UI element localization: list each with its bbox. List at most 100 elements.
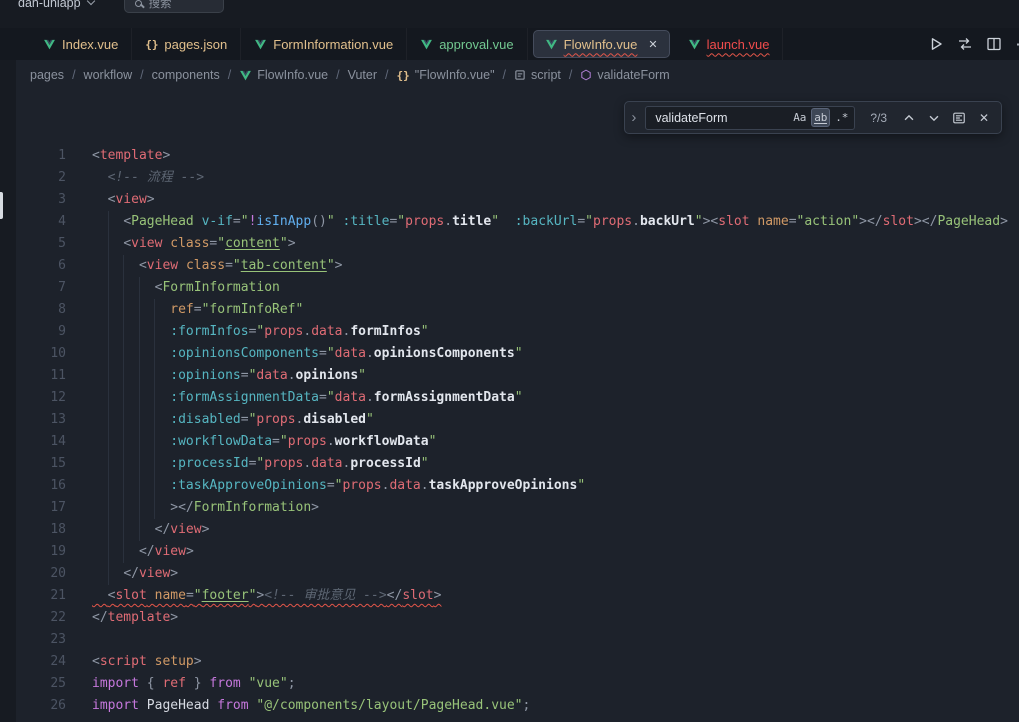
window-titlebar: dan-uniapp 搜索	[0, 0, 1019, 28]
regex-button[interactable]: .*	[832, 108, 851, 127]
code-text[interactable]: </view>	[92, 519, 209, 541]
global-search-box[interactable]: 搜索	[124, 0, 224, 13]
tab-index-vue[interactable]: Index.vue	[30, 28, 132, 60]
code-text[interactable]: <FormInformation	[92, 277, 280, 299]
line-number: 25	[16, 673, 66, 695]
code-text[interactable]: :formAssignmentData="data.formAssignment…	[92, 387, 523, 409]
close-find-button[interactable]: ✕	[975, 109, 993, 127]
open-changes-button[interactable]	[957, 36, 973, 52]
chevron-down-icon	[86, 0, 94, 5]
line-number: 5	[16, 233, 66, 255]
run-button[interactable]	[928, 36, 944, 52]
code-line: 13 :disabled="props.disabled"	[16, 409, 1019, 431]
line-number: 8	[16, 299, 66, 321]
code-line: 20 </view>	[16, 563, 1019, 585]
editor-window: dan-uniapp 搜索 Index.vue{}pages.json FormI…	[0, 0, 1019, 722]
line-number: 22	[16, 607, 66, 629]
code-text[interactable]: :opinionsComponents="data.opinionsCompon…	[92, 343, 523, 365]
tab-pages-json[interactable]: {}pages.json	[132, 28, 241, 60]
symbol-script-icon	[514, 69, 526, 81]
breadcrumb-item-validateform[interactable]: validateForm	[580, 68, 669, 82]
code-text[interactable]: </template>	[92, 607, 178, 629]
whole-word-button[interactable]: ab	[811, 108, 830, 127]
active-view-indicator	[0, 192, 3, 219]
find-in-selection-button[interactable]	[950, 109, 968, 127]
breadcrumb-item-flowinfo-vue[interactable]: FlowInfo.vue	[239, 68, 328, 82]
line-number: 19	[16, 541, 66, 563]
find-input[interactable]: validateForm Aa ab .*	[645, 106, 855, 130]
code-line: 15 :processId="props.data.processId"	[16, 453, 1019, 475]
code-line: 4 <PageHead v-if="!isInApp()" :title="pr…	[16, 211, 1019, 233]
find-results-count: ?/3	[870, 111, 887, 125]
code-text[interactable]: :disabled="props.disabled"	[92, 409, 374, 431]
breadcrumb-item-script[interactable]: script	[514, 68, 561, 82]
code-line: 2 <!-- 流程 -->	[16, 167, 1019, 189]
code-text[interactable]: :formInfos="props.data.formInfos"	[92, 321, 429, 343]
code-text[interactable]: import PageHead from "@/components/layou…	[92, 695, 530, 717]
code-line: 21 <slot name="footer"><!-- 审批意见 --></sl…	[16, 585, 1019, 607]
tab-approval-vue[interactable]: approval.vue	[407, 28, 527, 60]
code-line: 14 :workflowData="props.workflowData"	[16, 431, 1019, 453]
close-icon[interactable]: ✕	[648, 38, 657, 51]
tab-label: approval.vue	[439, 37, 513, 52]
line-number: 23	[16, 629, 66, 651]
breadcrumb-separator: /	[336, 68, 339, 82]
code-text[interactable]: :workflowData="props.workflowData"	[92, 431, 436, 453]
workspace-title-dropdown[interactable]: dan-uniapp	[18, 0, 94, 10]
line-number: 3	[16, 189, 66, 211]
code-text[interactable]: </view>	[92, 563, 178, 585]
more-actions-button[interactable]: ⋯	[1015, 36, 1019, 52]
find-query: validateForm	[655, 111, 727, 125]
code-text[interactable]: <script setup>	[92, 651, 202, 673]
tabs-container: Index.vue{}pages.json FormInformation.vue…	[30, 28, 783, 60]
breadcrumb-item--flowinfo-vue-[interactable]: {}"FlowInfo.vue"	[397, 68, 495, 82]
code-text[interactable]: <view class="content">	[92, 233, 296, 255]
toggle-replace-chevron[interactable]: ›	[629, 110, 638, 125]
tab-label: FormInformation.vue	[273, 37, 393, 52]
code-line: 22 </template>	[16, 607, 1019, 629]
breadcrumb: pages / workflow / components / FlowInfo.vue / V…	[16, 60, 1019, 90]
code-text[interactable]: :taskApproveOpinions="props.data.taskApp…	[92, 475, 585, 497]
code-text[interactable]: :processId="props.data.processId"	[92, 453, 429, 475]
breadcrumb-separator: /	[569, 68, 572, 82]
line-number: 2	[16, 167, 66, 189]
code-text[interactable]: <view>	[92, 189, 155, 211]
line-number: 26	[16, 695, 66, 717]
breadcrumb-separator: /	[140, 68, 143, 82]
code-editor[interactable]: 1<template>2 <!-- 流程 -->3 <view>4 <PageH…	[16, 90, 1019, 722]
next-match-button[interactable]	[925, 109, 943, 127]
code-text[interactable]: <PageHead v-if="!isInApp()" :title="prop…	[92, 211, 1008, 233]
line-number: 13	[16, 409, 66, 431]
code-text[interactable]: </view>	[92, 541, 194, 563]
code-line: 1<template>	[16, 145, 1019, 167]
match-case-button[interactable]: Aa	[790, 108, 809, 127]
symbol-method-icon	[580, 69, 592, 81]
code-text[interactable]: <!-- 流程 -->	[92, 167, 204, 189]
breadcrumb-separator: /	[503, 68, 506, 82]
code-text[interactable]: <view class="tab-content">	[92, 255, 342, 277]
code-text[interactable]: :opinions="data.opinions"	[92, 365, 366, 387]
line-number: 11	[16, 365, 66, 387]
code-text[interactable]: ref="formInfoRef"	[92, 299, 303, 321]
line-number: 24	[16, 651, 66, 673]
tab-flowinfo-vue[interactable]: FlowInfo.vue✕	[533, 30, 670, 58]
tab-label: pages.json	[164, 37, 227, 52]
split-editor-button[interactable]	[986, 36, 1002, 52]
code-text[interactable]: <template>	[92, 145, 170, 167]
previous-match-button[interactable]	[900, 109, 918, 127]
activity-bar-sliver	[0, 28, 16, 722]
vue-icon	[420, 38, 433, 51]
breadcrumb-item-pages[interactable]: pages	[30, 68, 64, 82]
code-line: 12 :formAssignmentData="data.formAssignm…	[16, 387, 1019, 409]
code-text[interactable]: ></FormInformation>	[92, 497, 319, 519]
tab-launch-vue[interactable]: launch.vue	[675, 28, 784, 60]
code-line: 19 </view>	[16, 541, 1019, 563]
breadcrumb-item-workflow[interactable]: workflow	[84, 68, 133, 82]
code-text[interactable]: <slot name="footer"><!-- 审批意见 --></slot>	[92, 585, 441, 607]
breadcrumb-separator: /	[228, 68, 231, 82]
breadcrumb-item-components[interactable]: components	[152, 68, 220, 82]
breadcrumb-item-vuter[interactable]: Vuter	[348, 68, 377, 82]
code-text[interactable]: import { ref } from "vue";	[92, 673, 296, 695]
tab-forminformation-vue[interactable]: FormInformation.vue	[241, 28, 407, 60]
breadcrumb-separator: /	[385, 68, 388, 82]
